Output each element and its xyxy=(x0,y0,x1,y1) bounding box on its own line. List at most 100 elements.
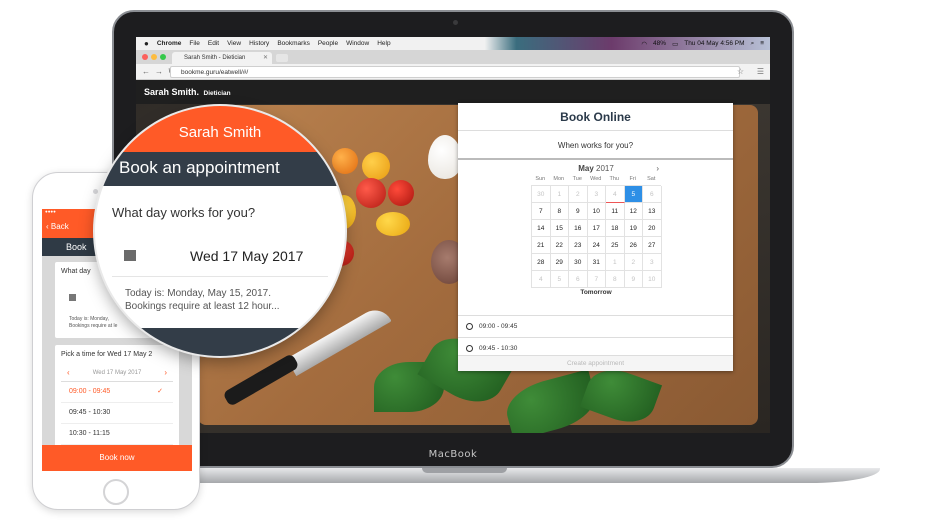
magnified-date-field[interactable]: Wed 17 May 2017 xyxy=(190,248,303,264)
browser-tab[interactable]: Sarah Smith - Dietician ✕ xyxy=(172,52,272,64)
time-slot[interactable]: 10:30 - 11:15 xyxy=(61,424,173,445)
minimize-window-icon[interactable] xyxy=(151,54,157,60)
calendar-weekday: Mon xyxy=(553,176,565,182)
new-tab-button[interactable] xyxy=(276,54,288,62)
wifi-icon[interactable]: ◠ xyxy=(641,40,647,48)
tomato-image xyxy=(362,152,390,180)
selected-day-label: Tomorrow xyxy=(580,289,612,296)
calendar-day[interactable]: 30 xyxy=(569,254,588,271)
next-month-chevron-icon[interactable]: › xyxy=(656,164,659,173)
day-navigator: ‹ Wed 17 May 2017 › xyxy=(61,366,173,382)
next-day-chevron-icon[interactable]: › xyxy=(164,368,167,377)
calendar-icon xyxy=(124,250,136,261)
calendar-header: May 2017 › xyxy=(531,164,661,176)
clock-icon xyxy=(466,345,473,352)
booking-note-line: Today is: Monday, May 15, 2017. xyxy=(125,288,272,299)
time-slot-selected[interactable]: 09:00 - 09:45 ✓ xyxy=(61,382,173,403)
tomato-image xyxy=(376,212,410,236)
menubar-clock[interactable]: Thu 04 May 4:56 PM xyxy=(684,40,744,47)
calendar-day[interactable]: 31 xyxy=(587,254,606,271)
calendar-day[interactable]: 26 xyxy=(624,237,643,254)
previous-day-chevron-icon[interactable]: ‹ xyxy=(67,368,70,377)
address-bar[interactable]: bookme.guru/eatwell/#/ xyxy=(170,66,740,78)
calendar-day: 3 xyxy=(643,254,662,271)
book-panel-title: Book Online xyxy=(458,103,733,131)
calendar-weekday: Sat xyxy=(647,176,656,182)
menu-chrome[interactable]: Chrome xyxy=(157,40,182,47)
calendar-month: May xyxy=(578,164,594,173)
calendar-day: 3 xyxy=(587,186,606,203)
menu-bookmarks[interactable]: Bookmarks xyxy=(277,40,310,47)
time-slot[interactable]: 09:45 - 10:30 xyxy=(61,403,173,424)
book-now-button[interactable]: Book now xyxy=(42,445,192,471)
apple-icon[interactable]: ● xyxy=(144,39,149,48)
book-panel-subtitle: When works for you? xyxy=(458,131,733,160)
tomato-image xyxy=(388,180,414,206)
spotlight-icon[interactable]: ⌕ xyxy=(751,40,755,48)
calendar-day[interactable]: 21 xyxy=(532,237,551,254)
calendar-day[interactable]: 20 xyxy=(643,220,662,237)
calendar-day[interactable]: 7 xyxy=(532,203,551,220)
calendar-day[interactable]: 27 xyxy=(643,237,662,254)
battery-percent[interactable]: 48% xyxy=(653,40,666,47)
calendar-day[interactable]: 19 xyxy=(624,220,643,237)
calendar-day: 10 xyxy=(643,271,662,288)
calendar-day[interactable]: 9 xyxy=(569,203,588,220)
calendar-day[interactable]: 22 xyxy=(550,237,569,254)
calendar-day[interactable]: 14 xyxy=(532,220,551,237)
calendar-day[interactable]: 12 xyxy=(624,203,643,220)
menu-window[interactable]: Window xyxy=(346,40,369,47)
calendar-grid: 30 1 2 3 4 5 6 7 8 9 10 11 12 13 14 15 16 17 18 19 20 21 22 23 2… xyxy=(531,185,662,288)
calendar-day[interactable]: 10 xyxy=(587,203,606,220)
menu-edit[interactable]: Edit xyxy=(208,40,219,47)
calendar-day: 4 xyxy=(606,186,625,203)
menu-people[interactable]: People xyxy=(318,40,338,47)
close-tab-icon[interactable]: ✕ xyxy=(263,54,268,61)
day-navigator-label: Wed 17 May 2017 xyxy=(92,370,142,376)
menu-file[interactable]: File xyxy=(189,40,199,47)
time-slot[interactable]: 09:00 - 09:45 xyxy=(458,315,733,337)
create-appointment-button[interactable]: Create appointment xyxy=(458,355,733,371)
laptop-brand-label: MacBook xyxy=(428,449,478,460)
calendar-day[interactable]: 8 xyxy=(550,203,569,220)
menu-help[interactable]: Help xyxy=(377,40,390,47)
browser-menu-icon[interactable]: ☰ xyxy=(757,67,764,76)
calendar-weekdays: Sun Mon Tue Wed Thu Fri Sat xyxy=(531,176,661,185)
notification-center-icon[interactable]: ≡ xyxy=(760,40,764,47)
time-slot-label: 09:00 - 09:45 xyxy=(479,323,518,330)
calendar-day[interactable]: 11 xyxy=(606,203,625,220)
owner-name[interactable]: Sarah Smith. xyxy=(144,87,199,97)
calendar-day[interactable]: 25 xyxy=(606,237,625,254)
zoom-window-icon[interactable] xyxy=(160,54,166,60)
phone-home-button[interactable] xyxy=(103,479,129,505)
calendar-day[interactable]: 23 xyxy=(569,237,588,254)
calendar-day: 8 xyxy=(606,271,625,288)
checkmark-icon: ✓ xyxy=(157,388,163,395)
magnified-page-title: Book an appointment xyxy=(95,152,345,186)
time-slot-list: 09:00 - 09:45 09:45 - 10:30 xyxy=(458,315,733,359)
calendar-day[interactable]: 16 xyxy=(569,220,588,237)
calendar-day[interactable]: 28 xyxy=(532,254,551,271)
menu-history[interactable]: History xyxy=(249,40,269,47)
close-window-icon[interactable] xyxy=(142,54,148,60)
forward-arrow-icon[interactable]: → xyxy=(155,67,163,76)
egg-image xyxy=(428,135,462,179)
browser-toolbar: ← → ↻ bookme.guru/eatwell/#/ ☆ ☰ xyxy=(136,64,770,80)
calendar-day-selected[interactable]: 5 xyxy=(624,186,643,203)
battery-icon[interactable]: ▭ xyxy=(672,40,678,48)
calendar-year: 2017 xyxy=(596,164,614,173)
back-chevron-icon[interactable]: ‹ xyxy=(46,222,49,231)
calendar-day[interactable]: 17 xyxy=(587,220,606,237)
bookmark-star-icon[interactable]: ☆ xyxy=(737,67,744,76)
calendar-day: 30 xyxy=(532,186,551,203)
back-button[interactable]: Back xyxy=(51,222,69,231)
calendar-day[interactable]: 24 xyxy=(587,237,606,254)
calendar-day[interactable]: 18 xyxy=(606,220,625,237)
calendar-day: 6 xyxy=(569,271,588,288)
calendar-day[interactable]: 13 xyxy=(643,203,662,220)
calendar-day[interactable]: 29 xyxy=(550,254,569,271)
calendar-day: 6 xyxy=(643,186,662,203)
calendar-day[interactable]: 15 xyxy=(550,220,569,237)
menu-view[interactable]: View xyxy=(227,40,241,47)
back-arrow-icon[interactable]: ← xyxy=(142,67,150,76)
